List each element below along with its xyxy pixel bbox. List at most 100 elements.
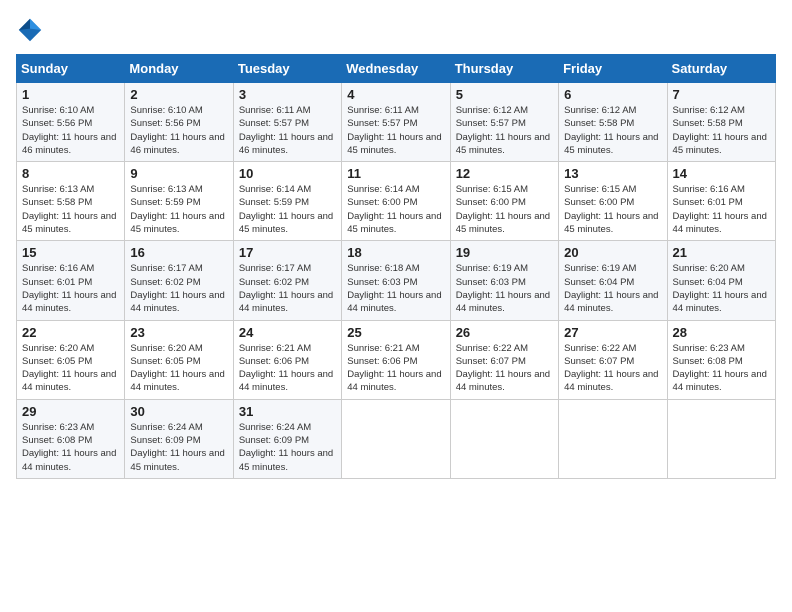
day-info: Sunrise: 6:21 AMSunset: 6:06 PMDaylight:…	[347, 342, 444, 395]
day-info: Sunrise: 6:24 AMSunset: 6:09 PMDaylight:…	[239, 421, 336, 474]
calendar-table: SundayMondayTuesdayWednesdayThursdayFrid…	[16, 54, 776, 479]
calendar-cell: 7 Sunrise: 6:12 AMSunset: 5:58 PMDaylight…	[667, 83, 775, 162]
day-info: Sunrise: 6:12 AMSunset: 5:58 PMDaylight:…	[564, 104, 661, 157]
calendar-week-4: 29 Sunrise: 6:23 AMSunset: 6:08 PMDayligh…	[17, 399, 776, 478]
day-info: Sunrise: 6:22 AMSunset: 6:07 PMDaylight:…	[456, 342, 553, 395]
day-number: 2	[130, 87, 227, 102]
day-number: 7	[673, 87, 770, 102]
calendar-cell: 27 Sunrise: 6:22 AMSunset: 6:07 PMDayligh…	[559, 320, 667, 399]
day-number: 13	[564, 166, 661, 181]
calendar-cell: 15 Sunrise: 6:16 AMSunset: 6:01 PMDayligh…	[17, 241, 125, 320]
day-info: Sunrise: 6:14 AMSunset: 5:59 PMDaylight:…	[239, 183, 336, 236]
day-number: 3	[239, 87, 336, 102]
day-info: Sunrise: 6:17 AMSunset: 6:02 PMDaylight:…	[239, 262, 336, 315]
calendar-cell: 2 Sunrise: 6:10 AMSunset: 5:56 PMDaylight…	[125, 83, 233, 162]
calendar-cell: 25 Sunrise: 6:21 AMSunset: 6:06 PMDayligh…	[342, 320, 450, 399]
day-number: 16	[130, 245, 227, 260]
calendar-cell: 16 Sunrise: 6:17 AMSunset: 6:02 PMDayligh…	[125, 241, 233, 320]
day-number: 12	[456, 166, 553, 181]
day-number: 31	[239, 404, 336, 419]
day-info: Sunrise: 6:20 AMSunset: 6:05 PMDaylight:…	[22, 342, 119, 395]
calendar-week-0: 1Sunrise: 6:10 AMSunset: 5:56 PMDaylight…	[17, 83, 776, 162]
calendar-cell	[450, 399, 558, 478]
calendar-cell: 24 Sunrise: 6:21 AMSunset: 6:06 PMDayligh…	[233, 320, 341, 399]
day-number: 19	[456, 245, 553, 260]
day-info: Sunrise: 6:20 AMSunset: 6:05 PMDaylight:…	[130, 342, 227, 395]
calendar-cell: 5Sunrise: 6:12 AMSunset: 5:57 PMDaylight…	[450, 83, 558, 162]
day-info: Sunrise: 6:13 AMSunset: 5:58 PMDaylight:…	[22, 183, 119, 236]
day-number: 20	[564, 245, 661, 260]
day-number: 24	[239, 325, 336, 340]
day-info: Sunrise: 6:12 AMSunset: 5:57 PMDaylight:…	[456, 104, 553, 157]
calendar-cell: 22Sunrise: 6:20 AMSunset: 6:05 PMDayligh…	[17, 320, 125, 399]
calendar-cell: 31 Sunrise: 6:24 AMSunset: 6:09 PMDayligh…	[233, 399, 341, 478]
day-number: 30	[130, 404, 227, 419]
calendar-cell: 14Sunrise: 6:16 AMSunset: 6:01 PMDayligh…	[667, 162, 775, 241]
day-info: Sunrise: 6:12 AMSunset: 5:58 PMDaylight:…	[673, 104, 770, 157]
calendar-cell	[559, 399, 667, 478]
day-info: Sunrise: 6:14 AMSunset: 6:00 PMDaylight:…	[347, 183, 444, 236]
day-number: 11	[347, 166, 444, 181]
calendar-week-3: 22Sunrise: 6:20 AMSunset: 6:05 PMDayligh…	[17, 320, 776, 399]
calendar-cell: 21 Sunrise: 6:20 AMSunset: 6:04 PMDayligh…	[667, 241, 775, 320]
day-info: Sunrise: 6:10 AMSunset: 5:56 PMDaylight:…	[22, 104, 119, 157]
day-info: Sunrise: 6:13 AMSunset: 5:59 PMDaylight:…	[130, 183, 227, 236]
header-cell-sunday: Sunday	[17, 55, 125, 83]
day-info: Sunrise: 6:19 AMSunset: 6:04 PMDaylight:…	[564, 262, 661, 315]
day-number: 21	[673, 245, 770, 260]
calendar-cell: 26 Sunrise: 6:22 AMSunset: 6:07 PMDayligh…	[450, 320, 558, 399]
day-info: Sunrise: 6:20 AMSunset: 6:04 PMDaylight:…	[673, 262, 770, 315]
header-cell-thursday: Thursday	[450, 55, 558, 83]
calendar-week-2: 15 Sunrise: 6:16 AMSunset: 6:01 PMDayligh…	[17, 241, 776, 320]
calendar-header: SundayMondayTuesdayWednesdayThursdayFrid…	[17, 55, 776, 83]
day-info: Sunrise: 6:11 AMSunset: 5:57 PMDaylight:…	[239, 104, 336, 157]
day-info: Sunrise: 6:23 AMSunset: 6:08 PMDaylight:…	[22, 421, 119, 474]
calendar-week-1: 8 Sunrise: 6:13 AMSunset: 5:58 PMDaylight…	[17, 162, 776, 241]
header-cell-saturday: Saturday	[667, 55, 775, 83]
calendar-cell: 12 Sunrise: 6:15 AMSunset: 6:00 PMDayligh…	[450, 162, 558, 241]
calendar-cell: 23 Sunrise: 6:20 AMSunset: 6:05 PMDayligh…	[125, 320, 233, 399]
day-info: Sunrise: 6:19 AMSunset: 6:03 PMDaylight:…	[456, 262, 553, 315]
calendar-cell: 4 Sunrise: 6:11 AMSunset: 5:57 PMDaylight…	[342, 83, 450, 162]
day-info: Sunrise: 6:16 AMSunset: 6:01 PMDaylight:…	[22, 262, 119, 315]
day-info: Sunrise: 6:21 AMSunset: 6:06 PMDaylight:…	[239, 342, 336, 395]
header-cell-tuesday: Tuesday	[233, 55, 341, 83]
day-number: 17	[239, 245, 336, 260]
header-row: SundayMondayTuesdayWednesdayThursdayFrid…	[17, 55, 776, 83]
calendar-cell: 30 Sunrise: 6:24 AMSunset: 6:09 PMDayligh…	[125, 399, 233, 478]
day-number: 23	[130, 325, 227, 340]
day-number: 26	[456, 325, 553, 340]
calendar-cell: 3 Sunrise: 6:11 AMSunset: 5:57 PMDaylight…	[233, 83, 341, 162]
calendar-cell: 19 Sunrise: 6:19 AMSunset: 6:03 PMDayligh…	[450, 241, 558, 320]
day-info: Sunrise: 6:24 AMSunset: 6:09 PMDaylight:…	[130, 421, 227, 474]
calendar-cell: 6 Sunrise: 6:12 AMSunset: 5:58 PMDaylight…	[559, 83, 667, 162]
day-info: Sunrise: 6:10 AMSunset: 5:56 PMDaylight:…	[130, 104, 227, 157]
day-number: 6	[564, 87, 661, 102]
calendar-cell: 17 Sunrise: 6:17 AMSunset: 6:02 PMDayligh…	[233, 241, 341, 320]
calendar-cell: 29 Sunrise: 6:23 AMSunset: 6:08 PMDayligh…	[17, 399, 125, 478]
calendar-cell	[342, 399, 450, 478]
day-info: Sunrise: 6:22 AMSunset: 6:07 PMDaylight:…	[564, 342, 661, 395]
day-number: 15	[22, 245, 119, 260]
day-number: 4	[347, 87, 444, 102]
day-info: Sunrise: 6:17 AMSunset: 6:02 PMDaylight:…	[130, 262, 227, 315]
day-number: 27	[564, 325, 661, 340]
day-number: 29	[22, 404, 119, 419]
day-info: Sunrise: 6:15 AMSunset: 6:00 PMDaylight:…	[564, 183, 661, 236]
day-info: Sunrise: 6:11 AMSunset: 5:57 PMDaylight:…	[347, 104, 444, 157]
day-info: Sunrise: 6:16 AMSunset: 6:01 PMDaylight:…	[673, 183, 770, 236]
header-cell-monday: Monday	[125, 55, 233, 83]
day-info: Sunrise: 6:23 AMSunset: 6:08 PMDaylight:…	[673, 342, 770, 395]
calendar-cell: 8 Sunrise: 6:13 AMSunset: 5:58 PMDaylight…	[17, 162, 125, 241]
calendar-cell: 11 Sunrise: 6:14 AMSunset: 6:00 PMDayligh…	[342, 162, 450, 241]
logo-icon	[16, 16, 44, 44]
header-cell-friday: Friday	[559, 55, 667, 83]
day-number: 28	[673, 325, 770, 340]
day-number: 8	[22, 166, 119, 181]
day-number: 25	[347, 325, 444, 340]
calendar-cell: 9Sunrise: 6:13 AMSunset: 5:59 PMDaylight…	[125, 162, 233, 241]
page-header	[16, 16, 776, 44]
calendar-cell	[667, 399, 775, 478]
header-cell-wednesday: Wednesday	[342, 55, 450, 83]
day-info: Sunrise: 6:15 AMSunset: 6:00 PMDaylight:…	[456, 183, 553, 236]
